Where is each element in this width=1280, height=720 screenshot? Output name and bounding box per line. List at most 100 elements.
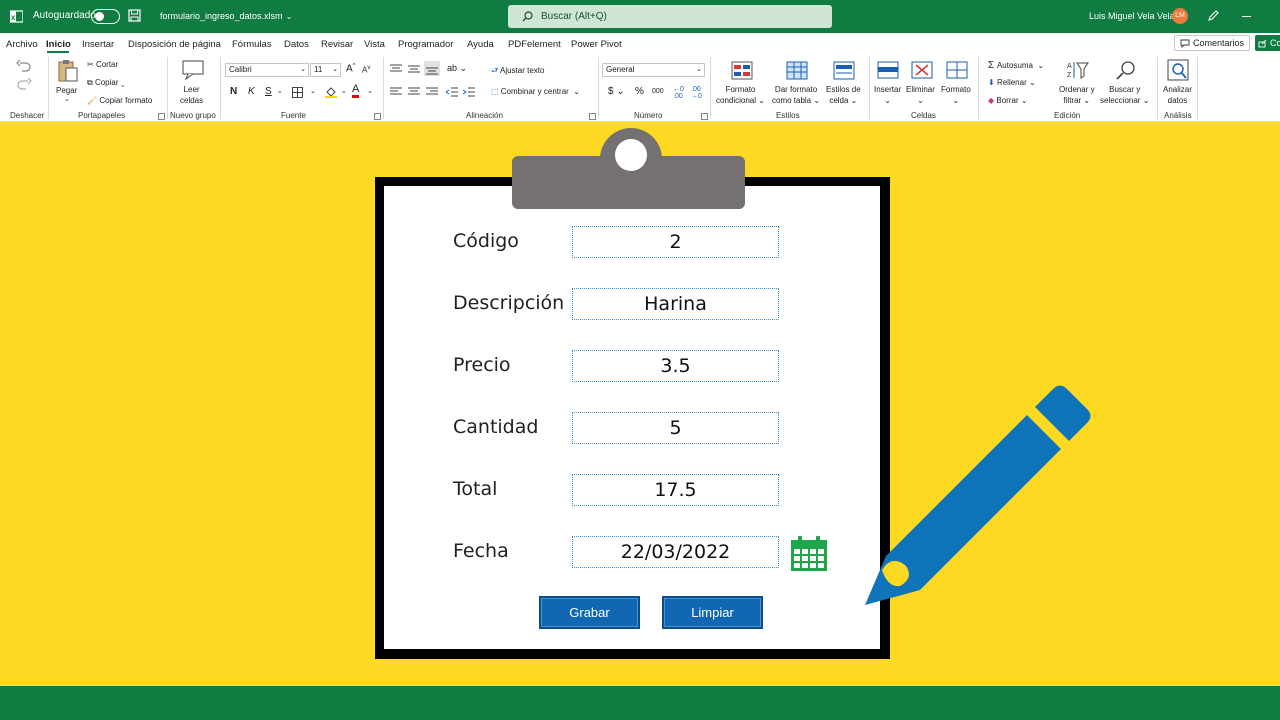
- pen-icon[interactable]: [1207, 9, 1220, 22]
- format-as-table-button[interactable]: Dar formato como tabla ⌄: [772, 84, 820, 106]
- font-size-select[interactable]: 11 ⌄: [310, 63, 341, 77]
- increase-indent-icon[interactable]: [463, 87, 475, 97]
- conditional-format-icon[interactable]: [731, 61, 753, 81]
- tab-formulas[interactable]: Fórmulas: [232, 39, 272, 50]
- undo-icon[interactable]: [16, 60, 32, 72]
- grow-font-button[interactable]: A^: [346, 63, 356, 74]
- tab-power-pivot[interactable]: Power Pivot: [571, 39, 622, 50]
- tab-programador[interactable]: Programador: [398, 39, 453, 50]
- clear-button[interactable]: Limpiar: [662, 596, 763, 629]
- autosave-toggle[interactable]: [91, 9, 120, 24]
- dialog-launcher-icon[interactable]: [158, 113, 165, 120]
- chevron-down-icon[interactable]: ⌄: [310, 87, 316, 95]
- dialog-launcher-icon[interactable]: [374, 113, 381, 120]
- percent-button[interactable]: %: [635, 86, 644, 97]
- format-painter-button[interactable]: 🖌 Copiar formato: [87, 96, 152, 105]
- chevron-down-icon[interactable]: ⌄: [341, 87, 347, 95]
- paste-icon[interactable]: [57, 59, 79, 83]
- input-fecha[interactable]: 22/03/2022: [572, 536, 779, 568]
- chevron-down-icon[interactable]: ⌄: [367, 87, 373, 95]
- font-color-button[interactable]: A: [352, 83, 360, 98]
- tab-disposicion[interactable]: Disposición de página: [128, 39, 221, 50]
- tab-datos[interactable]: Datos: [284, 39, 309, 50]
- share-button[interactable]: Co: [1255, 35, 1280, 51]
- underline-button[interactable]: S: [265, 86, 272, 97]
- user-name: Luis Miguel Vela Vela: [1089, 11, 1175, 21]
- dialog-launcher-icon[interactable]: [701, 113, 708, 120]
- find-select-button[interactable]: Buscar y seleccionar ⌄: [1100, 84, 1149, 106]
- increase-decimal-icon[interactable]: ←0.00: [673, 86, 684, 100]
- delete-cells-button[interactable]: Eliminar ⌄: [906, 84, 935, 106]
- tab-inicio[interactable]: Inicio: [46, 39, 71, 50]
- chevron-down-icon: ⌄: [285, 12, 293, 21]
- analyze-data-icon[interactable]: [1167, 59, 1189, 81]
- read-cells-button[interactable]: Leer celdas: [180, 84, 203, 106]
- save-icon[interactable]: [128, 9, 141, 22]
- analyze-data-button[interactable]: Analizar datos: [1163, 84, 1192, 106]
- copy-button[interactable]: ⧉ Copiar ⌄: [87, 78, 125, 88]
- fill-button[interactable]: ⬇ Rellenar ⌄: [988, 78, 1036, 87]
- number-format-select[interactable]: General ⌄: [602, 63, 705, 77]
- read-cells-icon[interactable]: [182, 60, 204, 80]
- minimize-icon[interactable]: [1242, 16, 1251, 17]
- tab-vista[interactable]: Vista: [364, 39, 385, 50]
- find-select-icon[interactable]: [1115, 60, 1137, 80]
- redo-icon[interactable]: [16, 78, 32, 90]
- thousands-button[interactable]: 000: [652, 88, 664, 95]
- file-name[interactable]: formulario_ingreso_datos.xlsm ⌄: [160, 11, 292, 21]
- font-name-select[interactable]: Calibri ⌄: [225, 63, 309, 77]
- tab-insertar[interactable]: Insertar: [82, 39, 114, 50]
- orientation-icon[interactable]: ab ⌄: [447, 63, 467, 74]
- save-button[interactable]: Grabar: [539, 596, 640, 629]
- sort-filter-button[interactable]: Ordenar y filtrar ⌄: [1059, 84, 1095, 106]
- decrease-indent-icon[interactable]: [446, 87, 458, 97]
- delete-cells-icon[interactable]: [911, 61, 933, 79]
- input-precio[interactable]: 3.5: [572, 350, 779, 382]
- calendar-icon[interactable]: [790, 536, 828, 572]
- tab-archivo[interactable]: Archivo: [6, 39, 38, 50]
- align-center-icon[interactable]: [408, 87, 420, 97]
- svg-text:Z: Z: [1067, 72, 1072, 79]
- chevron-down-icon[interactable]: ⌄: [277, 87, 283, 95]
- wrap-text-button[interactable]: ⮐ Ajustar texto: [491, 65, 544, 79]
- chevron-down-icon[interactable]: ⌄: [64, 95, 70, 103]
- align-top-icon[interactable]: [390, 64, 402, 74]
- cell-styles-button[interactable]: Estilos de celda ⌄: [826, 84, 861, 106]
- align-middle-icon[interactable]: [408, 64, 420, 74]
- sort-filter-icon[interactable]: AZ: [1067, 60, 1089, 80]
- input-codigo[interactable]: 2: [572, 226, 779, 258]
- comments-button[interactable]: Comentarios: [1174, 35, 1250, 51]
- align-right-icon[interactable]: [426, 87, 438, 97]
- merge-center-button[interactable]: ⬚ Combinar y centrar ⌄: [491, 87, 580, 96]
- format-as-table-icon[interactable]: [786, 61, 808, 81]
- align-left-icon[interactable]: [390, 87, 402, 97]
- group-portapapeles: Portapapeles: [78, 111, 126, 120]
- format-cells-icon[interactable]: [946, 61, 968, 79]
- fill-color-icon[interactable]: [325, 86, 337, 98]
- tab-pdfelement[interactable]: PDFelement: [508, 39, 561, 50]
- autosum-button[interactable]: Σ Autosuma ⌄: [988, 60, 1044, 71]
- borders-icon[interactable]: [292, 87, 303, 98]
- conditional-format-button[interactable]: Formato condicional ⌄: [716, 84, 765, 106]
- input-descripcion[interactable]: Harina: [572, 288, 779, 320]
- tab-ayuda[interactable]: Ayuda: [467, 39, 494, 50]
- cut-button[interactable]: ✂ Cortar: [87, 60, 118, 69]
- shrink-font-button[interactable]: Av: [362, 65, 370, 75]
- dialog-launcher-icon[interactable]: [589, 113, 596, 120]
- bold-button[interactable]: N: [230, 86, 237, 97]
- clear-button[interactable]: ◆ Borrar ⌄: [988, 96, 1028, 105]
- currency-button[interactable]: $ ⌄: [608, 86, 625, 97]
- input-cantidad[interactable]: 5: [572, 412, 779, 444]
- format-cells-button[interactable]: Formato ⌄: [941, 84, 971, 106]
- input-total[interactable]: 17.5: [572, 474, 779, 506]
- align-bottom-icon[interactable]: [424, 61, 440, 76]
- avatar[interactable]: LM: [1172, 8, 1188, 24]
- label-total: Total: [453, 478, 498, 500]
- tab-revisar[interactable]: Revisar: [321, 39, 353, 50]
- insert-cells-button[interactable]: Insertar ⌄: [874, 84, 901, 106]
- decrease-decimal-icon[interactable]: .00 →0: [691, 86, 702, 100]
- search-input[interactable]: Buscar (Alt+Q): [508, 5, 832, 28]
- cell-styles-icon[interactable]: [833, 61, 855, 81]
- insert-cells-icon[interactable]: [877, 61, 899, 79]
- italic-button[interactable]: K: [248, 86, 255, 97]
